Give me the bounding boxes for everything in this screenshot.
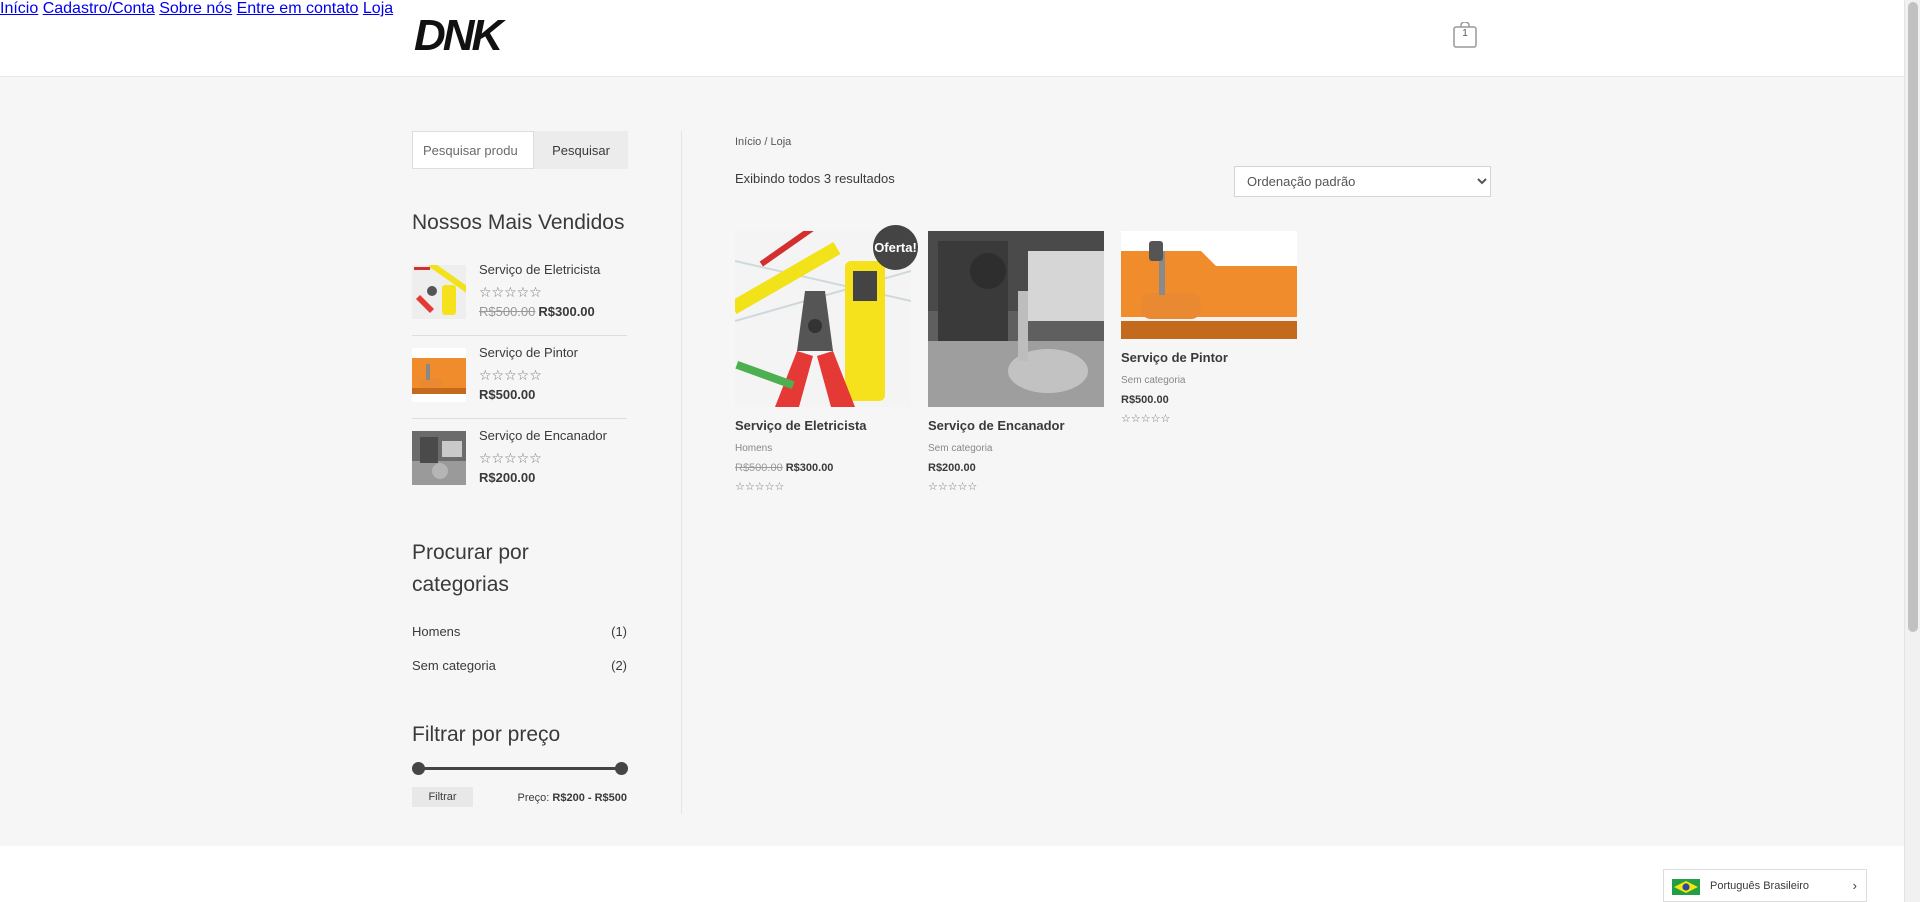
rating-stars-icon: ☆☆☆☆☆ [1121, 413, 1171, 425]
product-title[interactable]: Serviço de Encanador [928, 418, 1065, 433]
nav-entre-em-contato[interactable]: Entre em contato [237, 0, 359, 17]
product-price: R$500.00 [1121, 394, 1169, 406]
dnk-logo[interactable]: DNK [412, 10, 518, 58]
category-count: (2) [611, 658, 627, 673]
best-seller-price: R$200.00 [479, 470, 536, 485]
categories-title: Procurar por categorias [412, 541, 529, 596]
product-category: Sem categoria [928, 443, 993, 454]
best-seller-name[interactable]: Serviço de Encanador [479, 428, 607, 443]
rating-stars-icon: ☆☆☆☆☆ [928, 481, 978, 493]
rating-stars-icon: ☆☆☆☆☆ [479, 450, 542, 466]
category-count: (1) [611, 624, 627, 639]
scrollbar-thumb[interactable] [1908, 2, 1918, 632]
nav-loja[interactable]: Loja [363, 0, 393, 17]
result-count: Exibindo todos 3 resultados [735, 171, 895, 186]
product-search-form: Pesquisar [412, 131, 628, 169]
slider-min-handle[interactable] [412, 762, 425, 775]
best-sellers-title: Nossos Mais Vendidos [412, 211, 625, 234]
product-title[interactable]: Serviço de Eletricista [735, 418, 867, 433]
price-range-label: Preço: R$200 - R$500 [517, 792, 627, 804]
divider [412, 335, 627, 336]
divider [412, 418, 627, 419]
rating-stars-icon: ☆☆☆☆☆ [735, 481, 785, 493]
svg-text:DNK: DNK [414, 11, 507, 58]
search-input[interactable] [412, 131, 534, 169]
category-name[interactable]: Sem categoria [412, 658, 496, 673]
product-price: R$500.00 R$300.00 [735, 462, 834, 474]
rating-stars-icon: ☆☆☆☆☆ [479, 284, 542, 300]
slider-track [418, 767, 622, 770]
best-seller-item[interactable]: Serviço de Eletricista ☆☆☆☆☆ R$500.00 R$3… [412, 262, 627, 345]
cart-count: 1 [1462, 28, 1468, 39]
sidebar-divider [681, 131, 682, 814]
product-title[interactable]: Serviço de Pintor [1121, 350, 1228, 365]
chevron-right-icon: › [1852, 878, 1857, 893]
slider-max-handle[interactable] [615, 762, 628, 775]
painter-thumbnail [412, 348, 466, 402]
brazil-flag-icon [1672, 879, 1700, 895]
search-button[interactable]: Pesquisar [534, 131, 628, 169]
footer-band [0, 846, 1904, 902]
best-seller-price: R$500.00 R$300.00 [479, 304, 595, 319]
sale-badge: Oferta! [873, 225, 918, 270]
product-price: R$200.00 [928, 462, 976, 474]
plumber-thumbnail [412, 431, 466, 485]
nav-inicio[interactable]: Início [0, 0, 38, 17]
category-name[interactable]: Homens [412, 624, 460, 639]
product-category: Sem categoria [1121, 375, 1186, 386]
price-range-slider[interactable] [412, 762, 628, 775]
price-filter-title: Filtrar por preço [412, 723, 561, 746]
category-item-homens[interactable]: Homens (1) [412, 624, 627, 639]
best-seller-name[interactable]: Serviço de Eletricista [479, 262, 600, 277]
best-seller-item[interactable]: Serviço de Encanador ☆☆☆☆☆ R$200.00 [412, 428, 627, 511]
nav-sobre-nos[interactable]: Sobre nós [159, 0, 232, 17]
nav-cadastro-conta[interactable]: Cadastro/Conta [43, 0, 155, 17]
best-seller-name[interactable]: Serviço de Pintor [479, 345, 578, 360]
filter-button[interactable]: Filtrar [412, 787, 473, 807]
language-label: Português Brasileiro [1710, 880, 1810, 892]
best-seller-item[interactable]: Serviço de Pintor ☆☆☆☆☆ R$500.00 [412, 345, 627, 428]
best-seller-price: R$500.00 [479, 387, 536, 402]
language-switcher[interactable]: Português Brasileiro › [1663, 869, 1867, 902]
category-item-sem-categoria[interactable]: Sem categoria (2) [412, 658, 627, 673]
product-category: Homens [735, 443, 773, 454]
cart-icon[interactable]: 1 [1453, 21, 1477, 48]
rating-stars-icon: ☆☆☆☆☆ [479, 367, 542, 383]
breadcrumb[interactable]: Início / Loja [735, 136, 791, 148]
plumber-image[interactable] [928, 231, 1104, 407]
scrollbar[interactable] [1904, 0, 1920, 902]
orderby-select[interactable]: Ordenação padrão [1234, 166, 1491, 197]
site-header: DNK Início Cadastro/Conta Sobre nós Entr… [0, 0, 1904, 77]
painter-image[interactable] [1121, 231, 1297, 339]
electrician-thumbnail [412, 265, 466, 319]
